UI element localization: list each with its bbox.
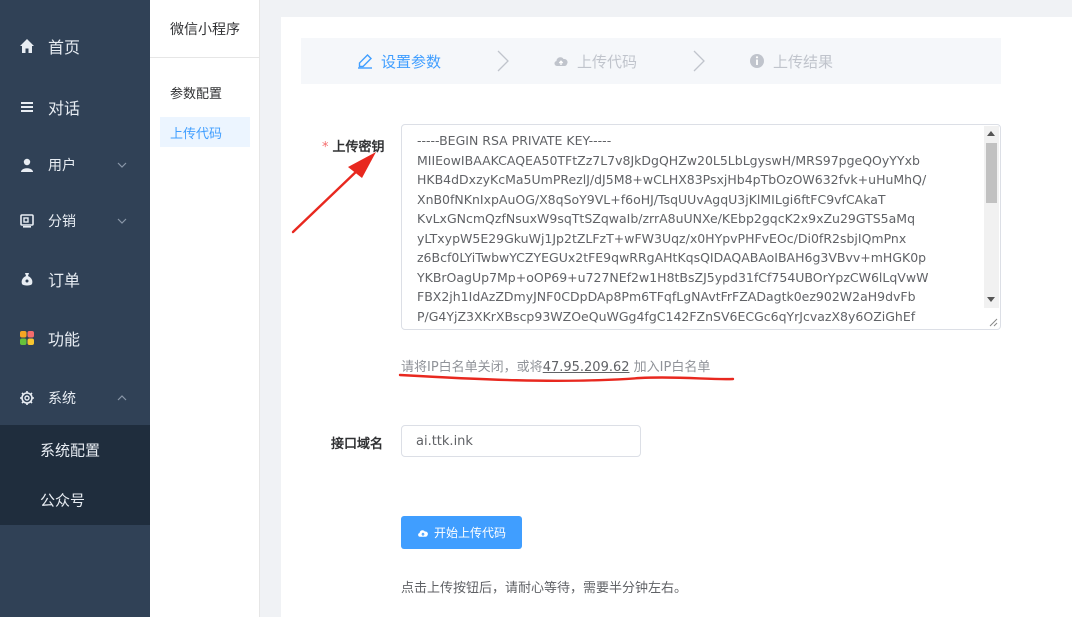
start-upload-label: 开始上传代码 bbox=[433, 526, 506, 540]
nav-item-users[interactable]: 用户 bbox=[0, 140, 150, 190]
scroll-thumb[interactable] bbox=[986, 143, 997, 203]
nav-item-distribution[interactable]: 分销 bbox=[0, 196, 150, 246]
nav-sublabel-system-config: 系统配置 bbox=[40, 441, 101, 460]
nav-label-orders: 订单 bbox=[48, 271, 81, 290]
chevron-right-icon bbox=[693, 50, 705, 72]
step-label: 上传结果 bbox=[773, 52, 834, 71]
upload-key-label-text: 上传密钥 bbox=[332, 140, 385, 155]
share-icon bbox=[20, 214, 34, 228]
nav-label-system: 系统 bbox=[48, 391, 76, 407]
domain-label: 接口域名 bbox=[331, 437, 384, 452]
sidebar: 首页 对话 用户 分销 订单 功能 系统 系统配置 公众号 bbox=[0, 0, 150, 617]
nav-item-features[interactable]: 功能 bbox=[0, 313, 150, 363]
menu-item-upload-code[interactable]: 上传代码 bbox=[160, 117, 250, 147]
chevron-down-icon bbox=[117, 162, 127, 168]
domain-input[interactable]: ai.ttk.ink bbox=[401, 425, 641, 457]
nav-item-home[interactable]: 首页 bbox=[0, 21, 150, 71]
upload-key-text[interactable]: -----BEGIN RSA PRIVATE KEY----- MIIEowIB… bbox=[417, 131, 977, 326]
upload-key-label: * 上传密钥 bbox=[322, 136, 385, 155]
app-root: 首页 对话 用户 分销 订单 功能 系统 系统配置 公众号 微信小程序 参数配置… bbox=[0, 0, 1072, 617]
step-upload-code: 上传代码 bbox=[553, 38, 637, 84]
secondary-menu: 微信小程序 参数配置 上传代码 bbox=[150, 0, 260, 617]
nav-label-users: 用户 bbox=[48, 158, 76, 174]
nav-item-orders[interactable]: 订单 bbox=[0, 254, 150, 304]
menu-item-params[interactable]: 参数配置 bbox=[160, 77, 250, 107]
ip-hint-suffix: 加入IP白名单 bbox=[633, 360, 711, 375]
chevron-up-icon bbox=[117, 395, 127, 401]
nav-label-home: 首页 bbox=[48, 38, 81, 57]
ip-whitelist-hint: 请将IP白名单关闭，或将47.95.209.62 加入IP白名单 bbox=[401, 356, 710, 375]
info-icon bbox=[750, 54, 764, 68]
nav-label-chat: 对话 bbox=[48, 99, 81, 118]
chevron-down-icon bbox=[117, 218, 127, 224]
start-upload-button[interactable]: 开始上传代码 bbox=[401, 516, 522, 549]
scroll-down-arrow[interactable] bbox=[987, 297, 995, 302]
step-label: 上传代码 bbox=[577, 52, 638, 71]
chevron-right-icon bbox=[497, 50, 509, 72]
resize-handle-icon[interactable] bbox=[988, 317, 998, 327]
user-icon bbox=[21, 158, 33, 172]
steps-bar: 设置参数 上传代码 上传结果 bbox=[301, 38, 1001, 84]
ip-address: 47.95.209.62 bbox=[542, 360, 630, 375]
scroll-up-arrow[interactable] bbox=[987, 131, 995, 136]
edit-icon bbox=[358, 54, 372, 69]
secondary-menu-title: 微信小程序 bbox=[150, 0, 260, 58]
cloud-upload-icon bbox=[418, 529, 428, 537]
moneybag-icon bbox=[21, 273, 33, 286]
nav-item-system[interactable]: 系统 bbox=[0, 373, 150, 423]
system-submenu: 系统配置 公众号 bbox=[0, 425, 150, 525]
list-icon bbox=[21, 102, 33, 112]
nav-item-chat[interactable]: 对话 bbox=[0, 82, 150, 132]
nav-subitem-system-config[interactable]: 系统配置 bbox=[0, 425, 150, 475]
ip-hint-prefix: 请将IP白名单关闭，或将 bbox=[401, 360, 543, 375]
gear-icon bbox=[20, 391, 34, 405]
nav-label-features: 功能 bbox=[48, 330, 81, 349]
upload-key-textarea[interactable]: -----BEGIN RSA PRIVATE KEY----- MIIEowIB… bbox=[401, 124, 1001, 330]
required-mark: * bbox=[322, 140, 329, 155]
step-upload-result: 上传结果 bbox=[749, 38, 833, 84]
nav-label-distribution: 分销 bbox=[48, 214, 76, 230]
step-set-params: 设置参数 bbox=[357, 38, 441, 84]
nav-sublabel-official-account: 公众号 bbox=[40, 491, 86, 510]
textarea-scrollbar[interactable] bbox=[984, 126, 999, 308]
nav-subitem-official-account[interactable]: 公众号 bbox=[0, 475, 150, 525]
home-icon bbox=[20, 39, 34, 53]
cloud-upload-icon bbox=[554, 57, 568, 66]
step-label: 设置参数 bbox=[381, 52, 442, 71]
apps-icon bbox=[20, 331, 34, 345]
upload-wait-hint: 点击上传按钮后，请耐心等待，需要半分钟左右。 bbox=[401, 581, 688, 596]
